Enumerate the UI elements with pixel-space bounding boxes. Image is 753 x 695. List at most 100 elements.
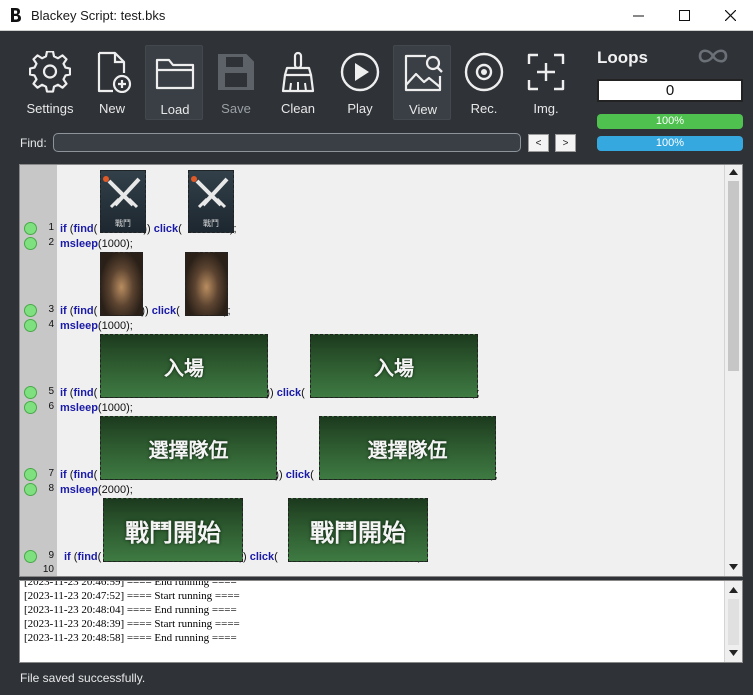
record-button[interactable]: Rec.	[455, 45, 513, 120]
new-label: New	[98, 101, 125, 116]
code-area[interactable]: if (find()) click(); 戰鬥 戰鬥 msleep(1000);…	[57, 165, 725, 576]
find-image-battle-icon[interactable]: 戰鬥	[100, 170, 146, 233]
image-label: Img.	[533, 101, 559, 116]
scroll-up-icon[interactable]	[729, 587, 738, 593]
progress-bar-secondary: 100%	[597, 136, 743, 151]
click-image-portal[interactable]	[185, 252, 228, 316]
line-number: 8	[48, 483, 54, 494]
code-punct: (	[93, 387, 98, 399]
log-scrollbar[interactable]	[724, 581, 742, 662]
click-image-battle-icon[interactable]: 戰鬥	[188, 170, 234, 233]
play-button[interactable]: Play	[331, 45, 389, 120]
find-prev-button[interactable]: <	[528, 134, 549, 152]
find-next-button[interactable]: >	[555, 134, 576, 152]
code-punct: (	[93, 469, 98, 481]
play-icon	[340, 52, 380, 92]
code-line: msleep(1000);	[60, 320, 133, 332]
find-label: Find:	[20, 136, 47, 150]
code-punct: (	[274, 551, 278, 563]
infinity-icon[interactable]	[696, 46, 730, 66]
breakpoint-marker[interactable]	[24, 401, 37, 414]
thumb-label: 入場	[374, 355, 414, 380]
breakpoint-marker[interactable]	[24, 222, 37, 235]
editor-scroll-thumb[interactable]	[728, 181, 739, 371]
breakpoint-marker[interactable]	[24, 386, 37, 399]
find-image-enter-button[interactable]: 入場	[100, 334, 268, 398]
code-keyword: find	[73, 387, 94, 399]
code-keyword: click	[276, 387, 302, 399]
code-punct: );	[126, 402, 133, 414]
line-number: 10	[42, 564, 54, 575]
code-keyword: msleep	[60, 320, 98, 332]
code-keyword: click	[151, 305, 177, 317]
maximize-icon	[678, 10, 690, 21]
thumb-label: 戰鬥開始	[125, 518, 221, 547]
code-keyword: if	[60, 223, 67, 235]
image-add-icon	[527, 53, 565, 91]
close-button[interactable]	[707, 0, 753, 31]
find-image-select-team-button[interactable]: 選擇隊伍	[100, 416, 277, 480]
log-lines: [2023-11-23 20:46:59] ==== End running =…	[24, 581, 240, 645]
crossed-swords-icon	[191, 176, 229, 209]
click-image-enter-button[interactable]: 入場	[310, 334, 478, 398]
record-icon	[464, 52, 504, 92]
code-keyword: find	[77, 551, 98, 563]
record-label: Rec.	[470, 101, 498, 116]
log-line: [2023-11-23 20:48:04] ==== End running =…	[24, 604, 237, 616]
code-punct: (	[310, 469, 314, 481]
thumb-label: 選擇隊伍	[148, 437, 229, 462]
code-punct: );	[126, 320, 133, 332]
code-argument: 2000	[101, 484, 127, 496]
minimize-icon	[632, 15, 644, 17]
click-image-select-team-button[interactable]: 選擇隊伍	[319, 416, 496, 480]
breakpoint-marker[interactable]	[24, 468, 37, 481]
log-output[interactable]: [2023-11-23 20:46:59] ==== End running =…	[19, 580, 743, 663]
code-keyword: msleep	[60, 238, 98, 250]
line-number: 5	[48, 386, 54, 397]
code-keyword: find	[73, 223, 94, 235]
scroll-down-icon[interactable]	[729, 564, 738, 570]
breakpoint-marker[interactable]	[24, 237, 37, 250]
code-line: msleep(1000);	[60, 402, 133, 414]
breakpoint-marker[interactable]	[24, 304, 37, 317]
close-icon	[724, 10, 736, 21]
breakpoint-marker[interactable]	[24, 550, 37, 563]
view-button[interactable]: View	[393, 45, 451, 120]
code-punct: (	[178, 223, 182, 235]
window-title: Blackey Script: test.bks	[31, 8, 166, 23]
save-button[interactable]: Save	[207, 45, 265, 120]
code-keyword: if	[64, 551, 71, 563]
log-line: [2023-11-23 20:47:52] ==== Start running…	[24, 590, 240, 602]
code-keyword: if	[60, 469, 67, 481]
find-input[interactable]	[53, 133, 521, 152]
code-keyword: msleep	[60, 484, 98, 496]
code-argument: 1000	[101, 320, 127, 332]
find-image-portal[interactable]	[100, 252, 143, 316]
scroll-down-icon[interactable]	[729, 650, 738, 656]
line-number: 3	[48, 304, 54, 315]
settings-label: Settings	[26, 101, 74, 116]
find-image-start-battle-button[interactable]: 戰鬥開始	[103, 498, 243, 562]
image-search-icon	[404, 54, 443, 92]
settings-button[interactable]: Settings	[21, 45, 79, 120]
thumb-label: 選擇隊伍	[367, 437, 448, 462]
click-image-start-battle-button[interactable]: 戰鬥開始	[288, 498, 428, 562]
editor-scrollbar[interactable]	[724, 165, 742, 576]
breakpoint-marker[interactable]	[24, 319, 37, 332]
thumb-label: 入場	[164, 355, 204, 380]
image-button[interactable]: Img.	[517, 45, 575, 120]
code-punct: );	[126, 484, 133, 496]
log-line: [2023-11-23 20:48:39] ==== Start running…	[24, 618, 240, 630]
line-number: 7	[48, 468, 54, 479]
load-button[interactable]: Load	[145, 45, 203, 120]
breakpoint-marker[interactable]	[24, 483, 37, 496]
scroll-up-icon[interactable]	[729, 169, 738, 175]
loop-count-field[interactable]: 0	[597, 79, 743, 102]
gear-icon	[29, 51, 71, 93]
clean-button[interactable]: Clean	[269, 45, 327, 120]
minimize-button[interactable]	[615, 0, 661, 31]
script-editor[interactable]: 1 2 3 4 5 6 7 8 9 10 if (find()) click()…	[19, 164, 743, 577]
new-button[interactable]: New	[83, 45, 141, 120]
code-punct: (	[97, 551, 102, 563]
maximize-button[interactable]	[661, 0, 707, 31]
